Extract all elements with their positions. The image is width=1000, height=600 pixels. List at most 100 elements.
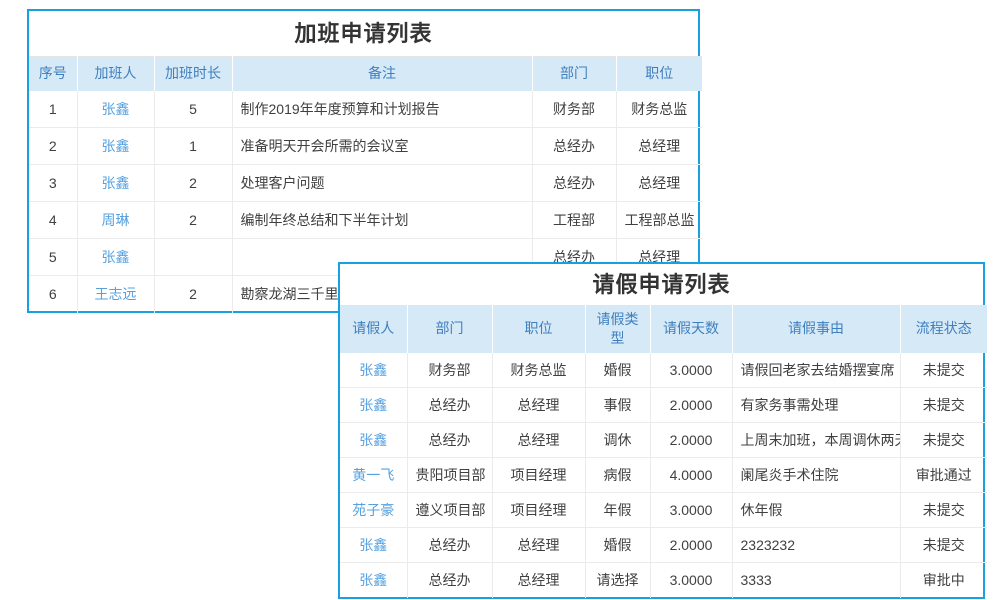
table-row: 张鑫 总经办总经理请选择3.00003333审批中 [340,563,987,598]
column-header-department: 部门 [532,57,616,91]
leave-application-table-card: 请假申请列表 请假人部门职位请假类型请假天数请假事由流程状态 张鑫财务部财务总监… [338,262,985,599]
column-header-position: 职位 [616,57,702,91]
overtime-table-title: 加班申请列表 [29,11,698,56]
cell-type: 事假 [585,388,650,423]
cell-days: 2.0000 [650,423,732,458]
table-row: 4 周琳 2编制年终总结和下半年计划工程部工程部总监 [29,202,702,239]
cell-days: 4.0000 [650,458,732,493]
cell-person: 周琳 [77,202,154,239]
cell-status: 未提交 [900,493,987,528]
cell-department: 总经办 [532,165,616,202]
cell-days: 3.0000 [650,493,732,528]
table-row: 张鑫财务部财务总监婚假3.0000请假回老家去结婚摆宴席未提交 [340,353,987,388]
cell-person: 张鑫 [77,165,154,202]
column-header-reason: 请假事由 [732,306,900,353]
cell-department: 工程部 [532,202,616,239]
cell-person: 黄一飞 [340,458,407,493]
cell-status: 审批通过 [900,458,987,493]
column-header-person: 加班人 [77,57,154,91]
cell-index: 5 [29,239,77,276]
cell-status: 未提交 [900,353,987,388]
cell-type: 婚假 [585,528,650,563]
cell-remark: 编制年终总结和下半年计划 [232,202,532,239]
leave-table-body: 张鑫财务部财务总监婚假3.0000请假回老家去结婚摆宴席未提交张鑫总经办总经理事… [340,353,987,598]
person-link[interactable]: 黄一飞 [352,467,394,483]
table-row: 苑子豪遵义项目部项目经理年假3.0000休年假未提交 [340,493,987,528]
cell-position: 工程部总监 [616,202,702,239]
cell-department: 总经办 [407,528,492,563]
cell-position: 总经理 [616,128,702,165]
cell-department: 遵义项目部 [407,493,492,528]
person-link[interactable]: 张鑫 [359,362,387,378]
table-row: 张鑫总经办总经理婚假2.00002323232未提交 [340,528,987,563]
person-link[interactable]: 张鑫 [359,537,387,553]
cell-department: 贵阳项目部 [407,458,492,493]
column-header-days: 请假天数 [650,306,732,353]
cell-duration: 2 [154,276,232,313]
cell-days: 2.0000 [650,388,732,423]
table-row: 2张鑫1准备明天开会所需的会议室总经办总经理 [29,128,702,165]
cell-person: 张鑫 [340,388,407,423]
cell-days: 3.0000 [650,353,732,388]
cell-department: 总经办 [407,423,492,458]
cell-position: 总经理 [616,165,702,202]
cell-duration: 1 [154,128,232,165]
cell-status: 审批中 [900,563,987,598]
cell-index: 2 [29,128,77,165]
cell-person: 张鑫 [340,423,407,458]
leave-application-table: 请假人部门职位请假类型请假天数请假事由流程状态 张鑫财务部财务总监婚假3.000… [340,305,987,598]
cell-remark: 制作2019年年度预算和计划报告 [232,91,532,128]
cell-days: 3.0000 [650,563,732,598]
cell-department: 财务部 [532,91,616,128]
cell-index: 1 [29,91,77,128]
person-link[interactable]: 王志远 [95,286,137,302]
person-link[interactable]: 张鑫 [359,572,387,588]
cell-person: 张鑫 [340,563,407,598]
cell-duration: 2 [154,202,232,239]
cell-person: 张鑫 [77,91,154,128]
cell-department: 财务部 [407,353,492,388]
cell-type: 请选择 [585,563,650,598]
table-row: 张鑫总经办总经理调休2.0000上周末加班，本周调休两天未提交 [340,423,987,458]
cell-days: 2.0000 [650,528,732,563]
cell-index: 3 [29,165,77,202]
cell-department: 总经办 [407,563,492,598]
cell-status: 未提交 [900,423,987,458]
cell-status: 未提交 [900,528,987,563]
cell-position: 总经理 [492,388,585,423]
cell-person: 张鑫 [340,353,407,388]
person-link[interactable]: 张鑫 [359,432,387,448]
table-row: 黄一飞贵阳项目部项目经理病假4.0000阑尾炎手术住院审批通过 [340,458,987,493]
column-header-type: 请假类型 [585,306,650,353]
cell-person: 张鑫 [77,239,154,276]
person-link[interactable]: 苑子豪 [352,502,394,518]
cell-type: 年假 [585,493,650,528]
cell-reason: 阑尾炎手术住院 [732,458,900,493]
cell-status: 未提交 [900,388,987,423]
column-header-index: 序号 [29,57,77,91]
person-link[interactable]: 张鑫 [359,397,387,413]
person-link[interactable]: 张鑫 [102,138,130,154]
person-link[interactable]: 张鑫 [102,249,130,265]
table-row: 1张鑫5制作2019年年度预算和计划报告财务部财务总监 [29,91,702,128]
column-header-person: 请假人 [340,306,407,353]
leave-table-header: 请假人部门职位请假类型请假天数请假事由流程状态 [340,306,987,353]
cell-reason: 3333 [732,563,900,598]
cell-duration: 2 [154,165,232,202]
cell-reason: 请假回老家去结婚摆宴席 [732,353,900,388]
person-link[interactable]: 张鑫 [102,175,130,191]
column-header-position: 职位 [492,306,585,353]
cell-person: 张鑫 [340,528,407,563]
cell-reason: 休年假 [732,493,900,528]
cell-department: 总经办 [407,388,492,423]
cell-position: 项目经理 [492,493,585,528]
table-row: 3张鑫2处理客户问题总经办总经理 [29,165,702,202]
cell-reason: 上周末加班，本周调休两天 [732,423,900,458]
cell-position: 总经理 [492,563,585,598]
cell-person: 张鑫 [77,128,154,165]
person-link[interactable]: 张鑫 [102,101,130,117]
cell-index: 4 [29,202,77,239]
cell-position: 财务总监 [616,91,702,128]
cell-reason: 2323232 [732,528,900,563]
person-link[interactable]: 周琳 [102,212,130,228]
